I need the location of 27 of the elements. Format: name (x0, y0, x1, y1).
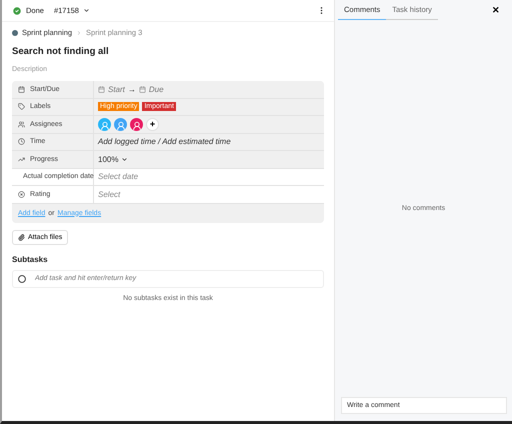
paperclip-icon (18, 234, 25, 240)
add-assignee-button[interactable]: + (146, 118, 159, 131)
avatar[interactable] (98, 118, 111, 131)
progress-value[interactable]: 100% (98, 154, 118, 164)
tag-icon (18, 103, 25, 110)
task-title[interactable]: Search not finding all (12, 46, 324, 57)
due-date[interactable]: Due (148, 84, 164, 94)
subtasks-heading: Subtasks (12, 254, 49, 264)
field-placeholder[interactable]: Select date (98, 172, 138, 182)
avatar[interactable] (130, 118, 143, 131)
close-button[interactable]: ✕ (486, 0, 506, 20)
people-icon (18, 120, 25, 128)
avatar[interactable] (114, 118, 127, 131)
start-date[interactable]: Start (108, 84, 125, 94)
chevron-icon (76, 30, 82, 36)
calendar-icon (18, 86, 25, 93)
field-placeholder[interactable]: Select (98, 190, 120, 199)
time-value[interactable]: Add logged time / Add estimated time (98, 137, 231, 146)
calendar-icon (138, 86, 146, 93)
circle-x-icon (18, 190, 25, 198)
clock-icon (18, 138, 25, 146)
calendar-icon (98, 86, 105, 93)
caret-icon (121, 156, 128, 163)
arrow-text: → (128, 84, 136, 94)
caret-icon (82, 7, 90, 14)
circle-icon (18, 274, 26, 282)
chart-icon (18, 156, 25, 163)
